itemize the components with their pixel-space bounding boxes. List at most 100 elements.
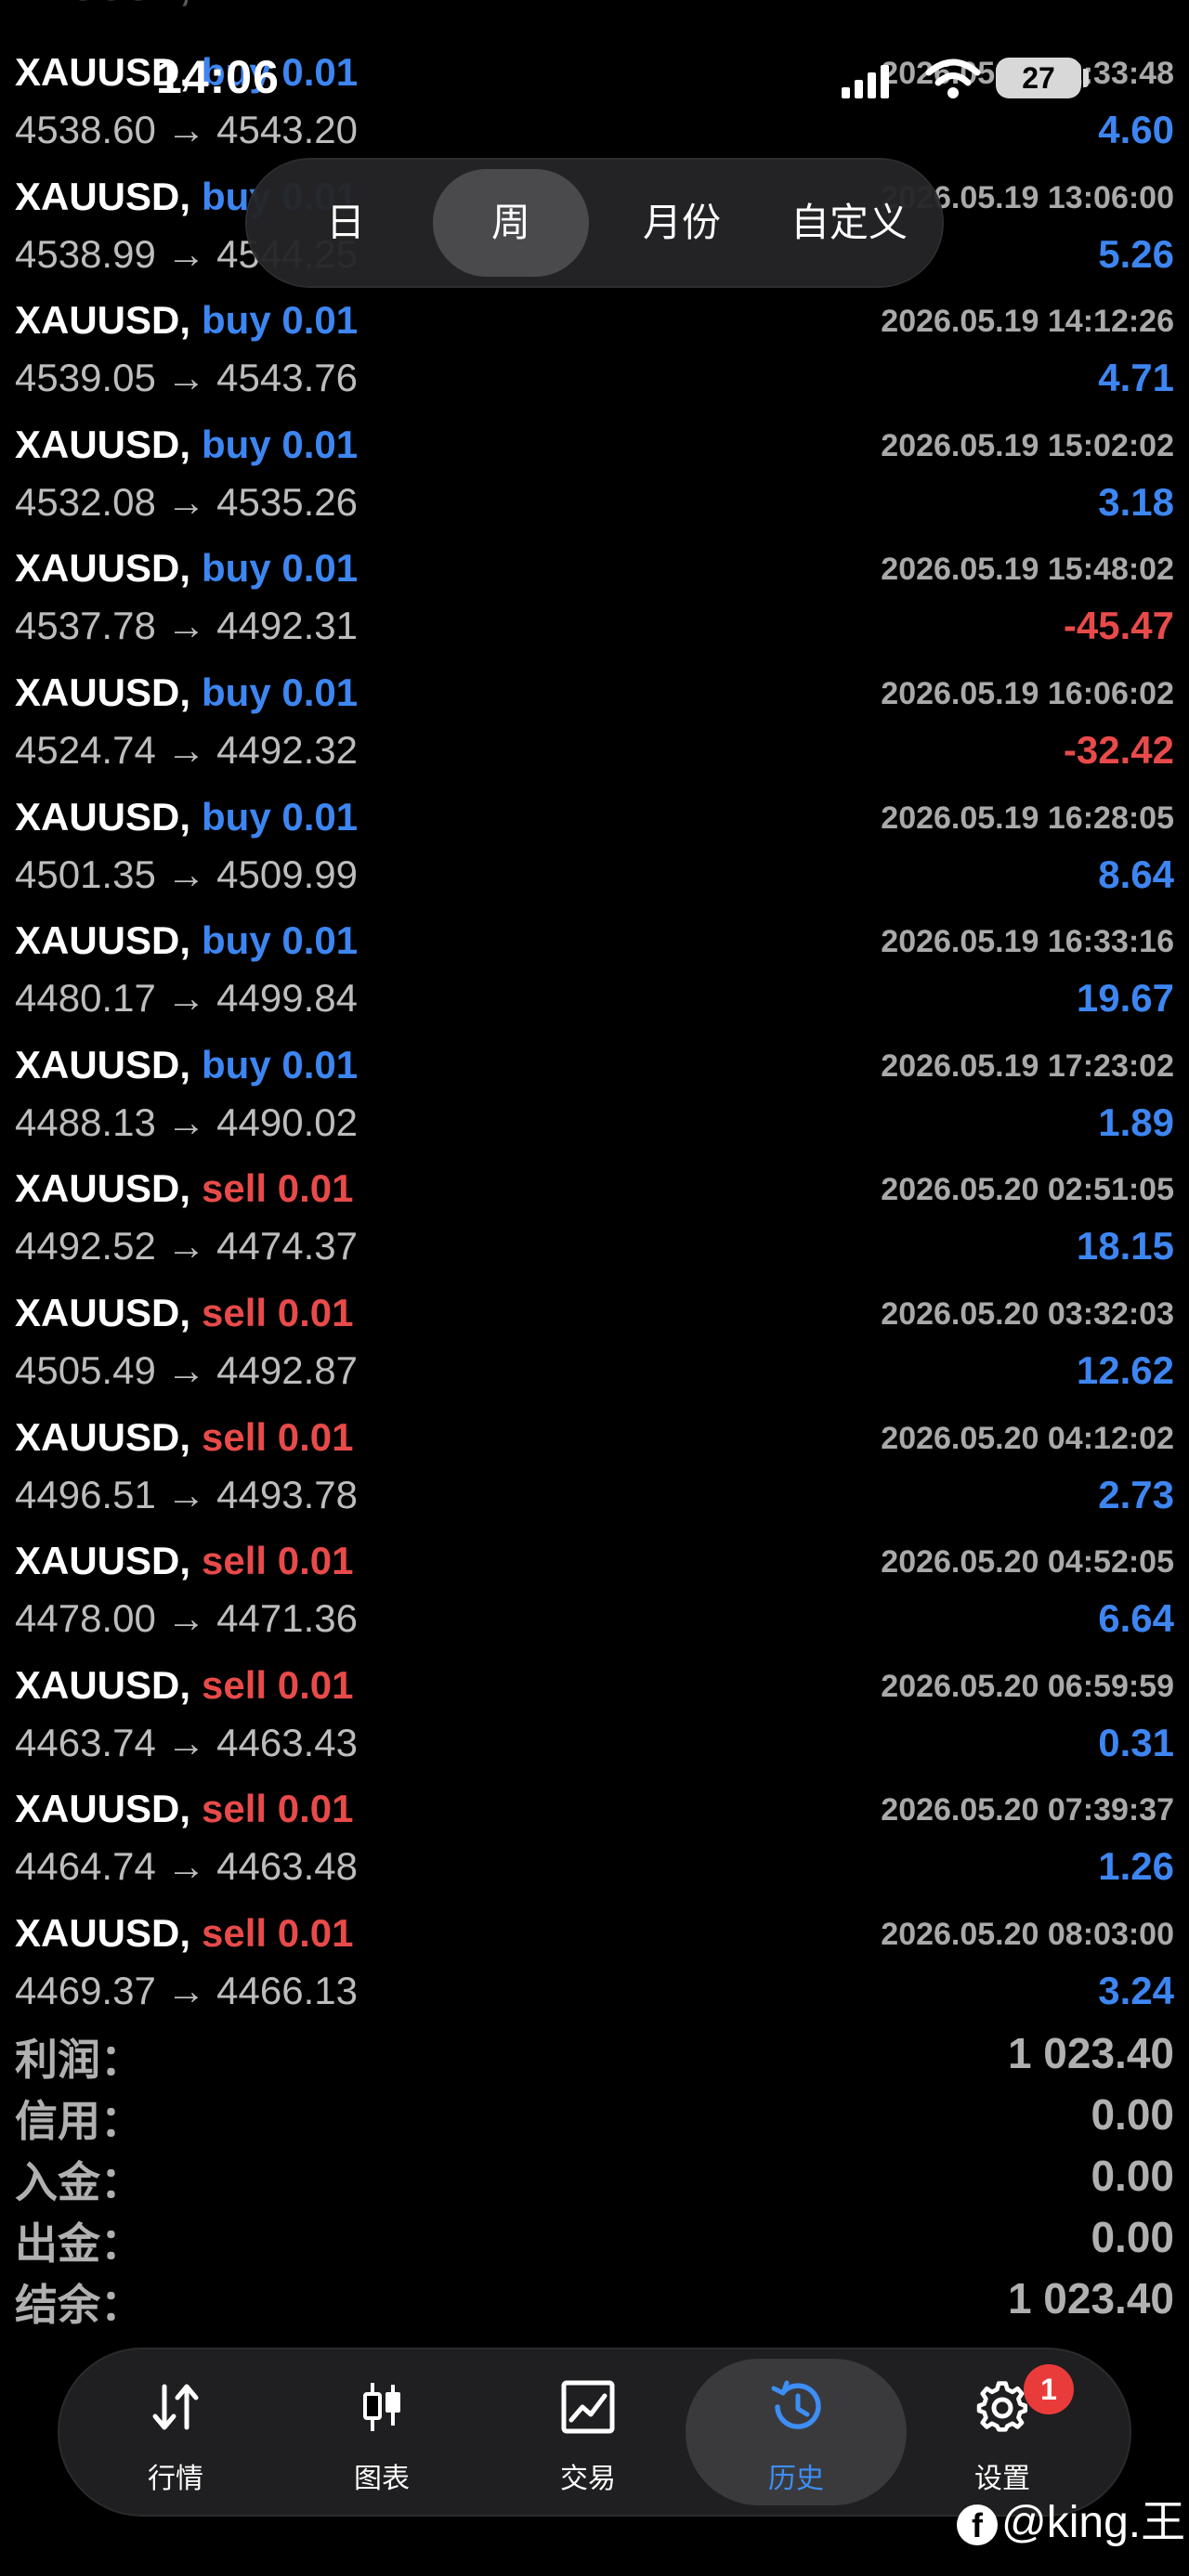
trade-row[interactable]: XAUUSD, sell 0.01 2026.05.20 04:52:05 4478.… [0,1529,1189,1654]
trade-symbol: XAUUSD, [15,1662,191,1707]
trade-time: 2026.05.20 03:32:03 [881,1296,1174,1332]
summary-value: 0.00 [1091,2213,1174,2261]
summary-value: 0.00 [1091,2090,1174,2139]
history-clock-icon [771,2380,821,2429]
trade-row[interactable]: XAUUSD, sell 0.01 2026.05.20 08:03:00 4469.… [0,1902,1189,2026]
trade-row-header: XAUUSD, sell 0.01 [15,1166,354,1218]
trade-profit: 1.26 [1098,1844,1174,1889]
trade-row-header: XAUUSD, sell 0.01 [15,1539,354,1591]
trade-row[interactable]: XAUUSD, buy 0.01 2026.05.19 14:12:26 4539.0… [0,289,1189,413]
gear-icon [976,2381,1028,2432]
trade-symbol: XAUUSD, [15,1787,191,1831]
tab-quotes[interactable]: 行情 [65,2359,286,2505]
summary-label: 入金： [15,2158,143,2206]
trade-prices: 4505.49 → 4492.87 [15,1348,358,1392]
trade-prices: 4469.37 → 4466.13 [15,1969,358,2012]
trade-symbol: XAUUSD, [15,1414,191,1459]
tab-week[interactable]: 周 [433,169,589,277]
tab-custom[interactable]: 自定义 [767,169,931,277]
trade-row[interactable]: XAUUSD, buy 0.01 2026.05.19 16:28:05 4501.3… [0,786,1189,910]
trade-time: 2026.05.20 07:39:37 [881,1792,1174,1828]
watermark-text: @king.王 [1001,2498,1186,2547]
trade-prices: 4480.17 → 4499.84 [15,976,358,1021]
trade-time: 2026.05.20 08:03:00 [881,1917,1174,1952]
tab-settings[interactable]: 设置 [892,2359,1113,2505]
trade-side-lot: sell 0.01 [202,1787,354,1831]
trade-prices: 4496.51 → 4493.78 [15,1472,358,1516]
trade-row[interactable]: XAUUSD, buy 0.01 2026.05.19 16:06:02 4524.7… [0,661,1189,786]
trade-profit: 12.62 [1076,1348,1174,1392]
trade-symbol: XAUUSD, [15,670,191,714]
tab-history[interactable]: 历史 [686,2359,907,2505]
trade-profit: 6.64 [1098,1596,1174,1641]
wifi-icon [925,59,981,98]
period-selector: 日 周 月份 自定义 [247,160,942,286]
trade-chart-icon [561,2380,615,2434]
trade-time: 2026.05.19 15:48:02 [881,552,1174,588]
summary-credit: 信用： 0.00 [0,2088,1189,2147]
trade-row[interactable]: XAUUSD, buy 0.01 2026.05.19 15:02:02 4532.0… [0,413,1189,538]
trade-side-lot: sell 0.01 [202,1166,354,1211]
trade-row[interactable]: XAUUSD, sell 0.01 2026.05.20 07:39:37 4464.… [0,1777,1189,1902]
summary-value: 1 023.40 [1007,2029,1174,2077]
trade-profit: 3.18 [1098,479,1174,524]
summary-withdrawal: 出金： 0.00 [0,2210,1189,2270]
trade-side-lot: sell 0.01 [202,1291,354,1334]
trade-side-lot: sell 0.01 [202,1539,354,1583]
trade-time: 2026.05.19 16:06:02 [881,676,1174,711]
summary-label: 信用： [15,2097,143,2145]
trade-symbol: XAUUSD, [15,422,191,466]
trade-prices: 4478.00 → 4471.36 [15,1596,358,1641]
trade-prices: 4464.74 → 4463.48 [15,1844,358,1889]
trade-row-header: XAUUSD, sell 0.01 [15,1415,354,1467]
trade-row[interactable]: XAUUSD, buy 0.01 2026.05.19 16:33:16 4480.1… [0,909,1189,1034]
trade-time: 2026.05.19 14:12:26 [881,304,1174,340]
tab-month[interactable]: 月份 [604,169,760,277]
trade-row-header: XAUUSD,buy 0.01 [15,918,358,970]
trade-row-header: XAUUSD,buy 0.01 [15,298,358,350]
trade-profit: -45.47 [1063,604,1174,648]
trade-row[interactable]: XAUUSD, buy 0.01 2026.05.19 15:48:02 4537.7… [0,537,1189,661]
tab-day[interactable]: 日 [268,169,424,277]
summary-balance: 结余： 1 023.40 [0,2271,1189,2331]
battery-indicator: 27 [996,58,1081,98]
trade-side-lot: sell 0.01 [202,1414,354,1459]
quotes-arrows-icon [152,2384,199,2430]
tab-trade[interactable]: 交易 [477,2359,699,2505]
tab-label: 图表 [354,2464,410,2494]
trade-row-header: XAUUSD, sell 0.01 [15,1787,354,1839]
trade-symbol: XAUUSD, [15,794,191,839]
trade-row[interactable]: XAUUSD, sell 0.01 2026.05.20 02:51:05 4492.… [0,1157,1189,1281]
tab-label: 行情 [148,2464,203,2494]
summary-label: 结余： [15,2281,143,2329]
summary-label: 出金： [15,2219,143,2268]
trade-time: 2026.05.20 02:51:05 [881,1172,1174,1208]
trade-symbol: XAUUSD, [15,546,191,591]
trade-profit: -32.42 [1063,728,1174,772]
trade-prices: 4539.05 → 4543.76 [15,356,358,400]
trade-row[interactable]: XAUUSD, sell 0.01 2026.05.20 03:32:03 4505.… [0,1281,1189,1406]
tab-label: 历史 [768,2464,824,2494]
trade-row-header: XAUUSD,buy 0.01 [15,546,358,598]
trade-profit: 4.71 [1098,356,1174,400]
trade-time: 2026.05.20 04:12:02 [881,1420,1174,1456]
trade-row[interactable]: XAUUSD, buy 0.01 2026.05.19 17:23:02 4488.1… [0,1034,1189,1158]
trade-time: 2026.05.20 06:59:59 [881,1668,1174,1704]
trade-row-header: XAUUSD,buy 0.01 [15,423,358,475]
summary-value: 0.00 [1091,2152,1174,2200]
trade-prices: 4532.08 → 4535.26 [15,479,358,524]
tab-chart[interactable]: 图表 [271,2359,492,2505]
cellular-signal-icon [842,65,889,98]
tab-label: 交易 [560,2464,616,2494]
trade-symbol: XAUUSD, [15,1911,191,1955]
summary-label: 利润： [15,2036,143,2084]
trade-profit: 2.73 [1098,1472,1174,1516]
trade-row-header: XAUUSD,buy 0.01 [15,795,358,847]
trade-symbol: XAUUSD, [15,174,191,218]
trade-row-header: XAUUSD, sell 0.01 [15,1663,354,1715]
trade-row-header: XAUUSD,buy 0.01 [15,670,358,722]
trade-row[interactable]: XAUUSD, sell 0.01 2026.05.20 06:59:59 4463.… [0,1654,1189,1778]
trade-row[interactable]: XAUUSD, sell 0.01 2026.05.20 04:12:02 4496.… [0,1406,1189,1530]
partial-trade-row: XAUUSD, [0,0,1189,30]
trade-profit: 8.64 [1098,852,1174,896]
